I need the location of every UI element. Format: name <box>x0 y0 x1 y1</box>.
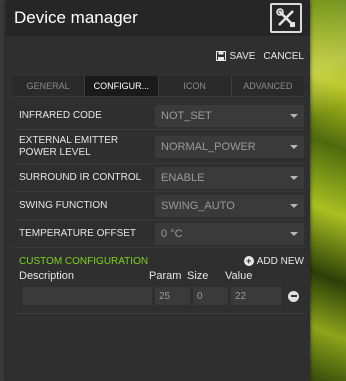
caret-down-icon <box>290 203 298 208</box>
table-row: 25 0 22 <box>23 285 310 307</box>
add-new-label: ADD NEW <box>256 255 304 267</box>
column-size: Size <box>187 270 209 282</box>
field-row-emitter-power: EXTERNAL EMITTER POWER LEVEL NORMAL_POWE… <box>12 130 304 164</box>
caret-down-icon <box>290 144 298 149</box>
field-label: SWING FUNCTION <box>19 199 108 211</box>
select-value: NOT_SET <box>161 109 212 122</box>
column-description: Description <box>19 270 75 282</box>
background-image <box>308 0 346 381</box>
field-row-infrared-code: INFRARED CODE NOT_SET <box>12 102 304 130</box>
description-input[interactable] <box>23 287 152 305</box>
action-bar: SAVE CANCEL <box>6 36 310 62</box>
custom-config-title: CUSTOM CONFIGURATION <box>19 255 149 267</box>
custom-config-header: CUSTOM CONFIGURATION + ADD NEW <box>6 252 310 270</box>
param-input[interactable]: 25 <box>155 287 190 305</box>
surround-ir-select[interactable]: ENABLE <box>155 166 304 189</box>
field-label: TEMPERATURE OFFSET <box>19 227 137 239</box>
swing-function-select[interactable]: SWING_AUTO <box>155 194 304 217</box>
select-value: SWING_AUTO <box>161 199 235 212</box>
save-label: SAVE <box>229 50 256 62</box>
save-button[interactable]: SAVE <box>216 51 255 62</box>
custom-table-header: Description Param Size Value <box>6 270 310 284</box>
minus-circle-icon[interactable] <box>288 290 299 302</box>
add-new-button[interactable]: + ADD NEW <box>243 255 304 267</box>
tools-cross-icon[interactable] <box>270 3 302 33</box>
panel-title: Device manager <box>14 8 138 27</box>
caret-down-icon <box>290 175 298 180</box>
column-value: Value <box>225 270 253 282</box>
cancel-label: CANCEL <box>263 50 304 62</box>
value-input[interactable]: 22 <box>231 287 281 305</box>
tools-cross-icon-graphic <box>276 8 295 27</box>
select-value: ENABLE <box>161 171 205 184</box>
tab-icon[interactable]: ICON <box>159 76 232 96</box>
cancel-button[interactable]: CANCEL <box>263 51 304 62</box>
size-input[interactable]: 0 <box>193 287 228 305</box>
field-label: SURROUND IR CONTROL <box>19 171 142 183</box>
field-row-temperature-offset: TEMPERATURE OFFSET 0 °C <box>12 220 304 248</box>
tab-general[interactable]: GENERAL <box>12 76 86 96</box>
caret-down-icon <box>290 113 298 118</box>
tab-advanced[interactable]: ADVANCED <box>232 76 304 96</box>
tab-configuration[interactable]: CONFIGUR... <box>85 76 159 96</box>
field-row-swing-function: SWING FUNCTION SWING_AUTO <box>12 192 304 220</box>
field-row-surround-ir: SURROUND IR CONTROL ENABLE <box>12 164 304 192</box>
emitter-power-select[interactable]: NORMAL_POWER <box>155 135 304 158</box>
select-value: 0 °C <box>161 227 183 240</box>
panel-header: Device manager <box>6 0 310 36</box>
select-value: NORMAL_POWER <box>161 140 256 153</box>
field-label: EXTERNAL EMITTER POWER LEVEL <box>19 134 119 158</box>
column-param: Param <box>149 270 182 282</box>
configuration-form: INFRARED CODE NOT_SET EXTERNAL EMITTER P… <box>6 97 310 248</box>
device-manager-panel: Device manager SAVE CANCEL GENERAL CONFI… <box>6 0 310 381</box>
field-label: INFRARED CODE <box>19 109 102 121</box>
section-divider <box>12 313 304 314</box>
floppy-disk-icon <box>216 51 227 61</box>
temperature-offset-select[interactable]: 0 °C <box>155 222 304 245</box>
tab-bar: GENERAL CONFIGUR... ICON ADVANCED <box>12 76 304 96</box>
infrared-code-select[interactable]: NOT_SET <box>155 104 304 127</box>
caret-down-icon <box>290 231 298 236</box>
plus-circle-icon: + <box>243 256 254 266</box>
